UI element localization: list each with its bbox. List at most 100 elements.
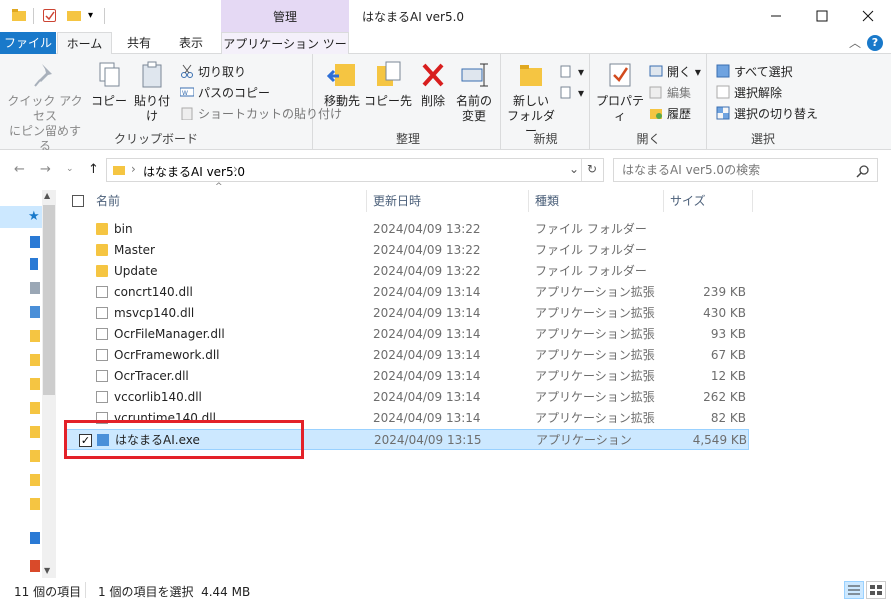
- column-header-type[interactable]: 種類: [535, 190, 559, 212]
- invert-selection-button[interactable]: 選択の切り替え: [716, 104, 818, 124]
- select-all-button[interactable]: すべて選択: [716, 62, 793, 82]
- file-row[interactable]: vccorlib140.dll 2024/04/09 13:14 アプリケーション拡…: [64, 387, 749, 408]
- clipboard-group-label: クリップボード: [113, 132, 198, 146]
- search-icon[interactable]: [856, 163, 869, 185]
- folder-icon[interactable]: [30, 426, 40, 438]
- chevron-down-icon[interactable]: ⌄: [569, 162, 579, 176]
- file-date: 2024/04/09 13:22: [373, 264, 481, 278]
- onedrive-icon[interactable]: [30, 532, 40, 544]
- help-icon[interactable]: ?: [867, 35, 883, 51]
- properties-icon[interactable]: [43, 9, 56, 22]
- quick-access-item[interactable]: ★: [0, 206, 42, 228]
- scroll-up-icon[interactable]: ▲: [44, 191, 50, 200]
- tab-share[interactable]: 共有: [116, 32, 162, 54]
- open-button[interactable]: 開く ▾: [649, 62, 701, 82]
- folder-icon[interactable]: [30, 378, 40, 390]
- copy-to-label: コピー先: [364, 94, 413, 108]
- address-bar[interactable]: › はなまるAI ver5.0 › ⌄ ↻: [106, 158, 604, 182]
- column-header-date[interactable]: 更新日時: [373, 190, 421, 212]
- minimize-button[interactable]: [753, 0, 799, 32]
- cut-button[interactable]: 切り取り: [180, 62, 246, 82]
- folder-icon[interactable]: [30, 330, 40, 342]
- tab-view[interactable]: 表示: [166, 32, 216, 54]
- select-none-icon: [716, 85, 730, 99]
- paste-button[interactable]: 貼り付け: [130, 60, 174, 124]
- recent-locations-icon[interactable]: ⌄: [66, 164, 74, 174]
- folder-icon[interactable]: [30, 450, 40, 462]
- large-icons-view-button[interactable]: [866, 581, 886, 599]
- breadcrumb[interactable]: はなまるAI ver5.0: [143, 163, 245, 180]
- tab-home[interactable]: ホーム: [57, 32, 112, 55]
- file-row[interactable]: Master 2024/04/09 13:22 ファイル フォルダー: [64, 240, 749, 261]
- move-to-button[interactable]: 移動先: [320, 60, 364, 109]
- file-type: ファイル フォルダー: [535, 243, 647, 257]
- nav-scrollbar-thumb[interactable]: [43, 205, 55, 395]
- refresh-icon[interactable]: ↻: [587, 162, 597, 176]
- column-divider[interactable]: [528, 190, 529, 212]
- file-size: 430 KB: [703, 306, 746, 320]
- file-row[interactable]: bin 2024/04/09 13:22 ファイル フォルダー: [64, 219, 749, 240]
- collapse-ribbon-icon[interactable]: ︿: [849, 34, 861, 51]
- downloads-icon[interactable]: [30, 258, 38, 270]
- rename-button[interactable]: 名前の 変更: [452, 60, 496, 124]
- properties-button[interactable]: プロパティ: [595, 60, 645, 124]
- desktop-icon[interactable]: [30, 236, 40, 248]
- history-button[interactable]: 履歴: [649, 104, 691, 124]
- customize-qat-icon[interactable]: ▾: [88, 10, 93, 21]
- breadcrumb-chevron-icon[interactable]: ›: [131, 162, 136, 176]
- file-row[interactable]: OcrFramework.dll 2024/04/09 13:14 アプリケーション…: [64, 345, 749, 366]
- file-row[interactable]: msvcp140.dll 2024/04/09 13:14 アプリケーション拡張 43…: [64, 303, 749, 324]
- tab-app-tools[interactable]: アプリケーション ツール: [221, 32, 349, 73]
- file-row[interactable]: Update 2024/04/09 13:22 ファイル フォルダー: [64, 261, 749, 282]
- dll-file-icon: [96, 286, 108, 298]
- details-view-button[interactable]: [844, 581, 864, 599]
- move-to-label: 移動先: [323, 94, 360, 108]
- folder-icon[interactable]: [30, 498, 40, 510]
- file-row[interactable]: concrt140.dll 2024/04/09 13:14 アプリケーション拡張 2…: [64, 282, 749, 303]
- new-folder-button[interactable]: 新しい フォルダー: [506, 60, 556, 139]
- this-pc-icon[interactable]: [30, 560, 40, 572]
- new-folder-icon[interactable]: [67, 9, 81, 21]
- select-none-button[interactable]: 選択解除: [716, 83, 782, 103]
- folder-icon[interactable]: [30, 402, 40, 414]
- new-folder-icon: [516, 60, 546, 90]
- tab-file[interactable]: ファイル: [0, 32, 56, 54]
- file-row[interactable]: OcrFileManager.dll 2024/04/09 13:14 アプリケーシ…: [64, 324, 749, 345]
- folder-icon[interactable]: [30, 474, 40, 486]
- scroll-down-icon[interactable]: ▼: [44, 566, 50, 575]
- folder-icon[interactable]: [30, 354, 40, 366]
- copy-icon: [94, 60, 124, 90]
- maximize-button[interactable]: [799, 0, 845, 32]
- file-name: msvcp140.dll: [114, 306, 195, 320]
- delete-icon: [418, 60, 448, 90]
- dll-file-icon: [96, 391, 108, 403]
- new-item-button[interactable]: ▾: [560, 62, 584, 82]
- column-header-size[interactable]: サイズ: [670, 190, 706, 212]
- breadcrumb-chevron-icon[interactable]: ›: [233, 162, 238, 176]
- select-all-checkbox[interactable]: [72, 190, 84, 212]
- file-row[interactable]: OcrTracer.dll 2024/04/09 13:14 アプリケーション拡張 1…: [64, 366, 749, 387]
- documents-icon[interactable]: [30, 282, 40, 294]
- column-divider[interactable]: [366, 190, 367, 212]
- select-all-icon: [716, 64, 730, 78]
- copy-button[interactable]: コピー: [90, 60, 128, 109]
- back-button[interactable]: ←: [14, 162, 25, 177]
- edit-button[interactable]: 編集: [649, 83, 691, 103]
- easy-access-button[interactable]: ▾: [560, 83, 584, 103]
- close-button[interactable]: [845, 0, 891, 32]
- column-divider[interactable]: [752, 190, 753, 212]
- forward-button[interactable]: →: [40, 162, 51, 177]
- copy-path-button[interactable]: W パスのコピー: [179, 83, 270, 103]
- pictures-icon[interactable]: [30, 306, 40, 318]
- search-input[interactable]: はなまるAI ver5.0の検索: [613, 158, 878, 182]
- file-size: 262 KB: [703, 390, 746, 404]
- file-type: アプリケーション拡張: [535, 411, 655, 425]
- delete-button[interactable]: 削除: [416, 60, 450, 109]
- up-button[interactable]: ↑: [88, 162, 99, 177]
- history-label: 履歴: [667, 107, 692, 121]
- star-icon: ★: [28, 209, 40, 224]
- copy-to-button[interactable]: コピー先: [364, 60, 412, 109]
- column-header-name[interactable]: 名前: [96, 190, 120, 212]
- separator: [104, 8, 105, 24]
- column-divider[interactable]: [663, 190, 664, 212]
